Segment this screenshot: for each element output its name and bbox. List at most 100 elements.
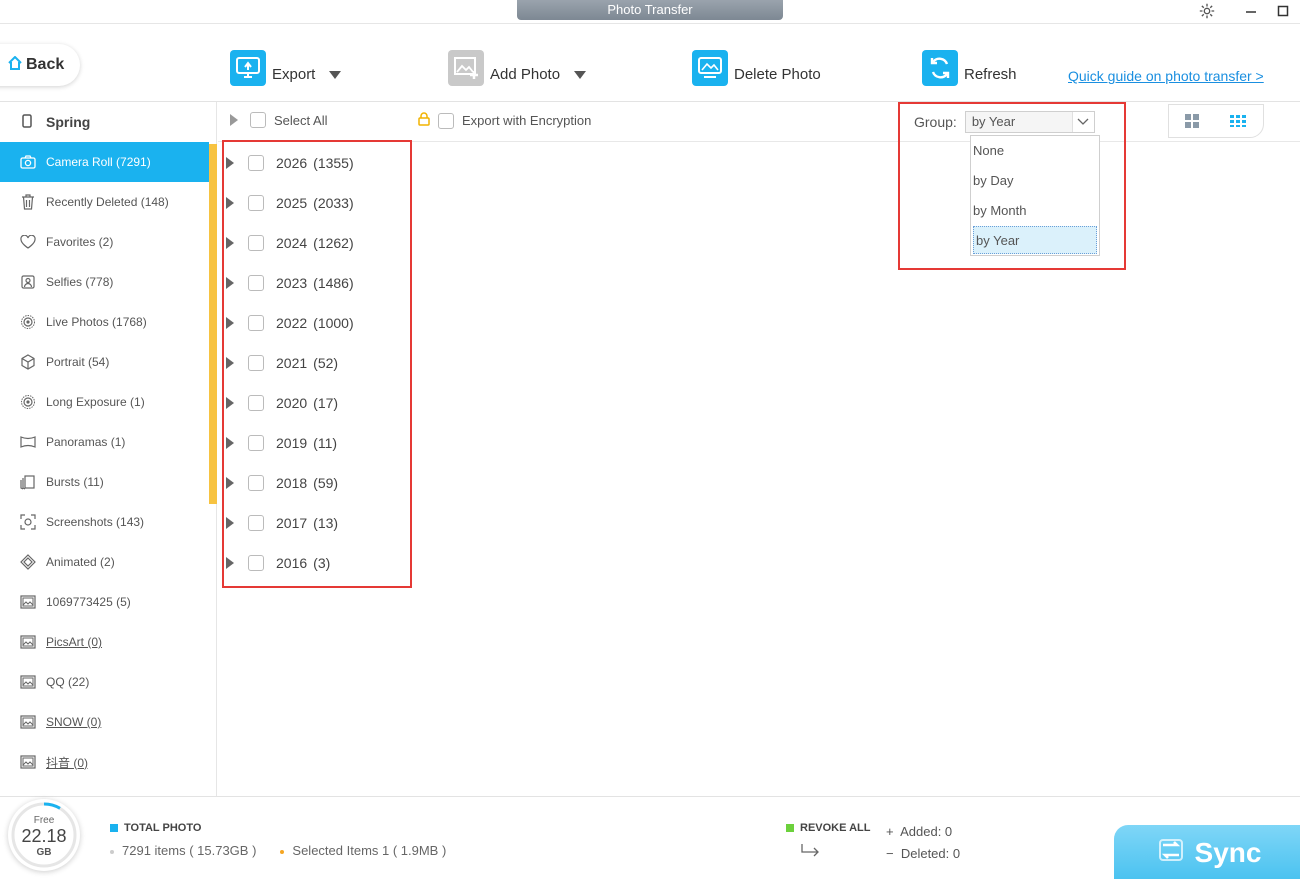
expand-triangle-icon[interactable] <box>226 357 234 369</box>
sidebar-item[interactable]: 1069773425 (5) <box>0 582 216 622</box>
year-group-row[interactable]: 2019 (11) <box>226 423 354 463</box>
chevron-down-icon[interactable] <box>1071 112 1094 132</box>
main-content: Select All Export with Encryption Group:… <box>218 102 1300 796</box>
year-label: 2024 <box>276 235 308 251</box>
year-group-row[interactable]: 2020 (17) <box>226 383 354 423</box>
year-group-row[interactable]: 2025 (2033) <box>226 183 354 223</box>
group-option-by-day[interactable]: by Day <box>971 166 1099 196</box>
sidebar-item[interactable]: Favorites (2) <box>0 222 216 262</box>
maximize-icon[interactable] <box>1272 2 1294 22</box>
expand-triangle-icon[interactable] <box>226 197 234 209</box>
expand-triangle-icon[interactable] <box>226 477 234 489</box>
large-grid-view-icon[interactable] <box>1169 105 1215 137</box>
quick-guide-link[interactable]: Quick guide on photo transfer > <box>1068 68 1264 84</box>
year-group-row[interactable]: 2017 (13) <box>226 503 354 543</box>
export-encryption[interactable]: Export with Encryption <box>418 112 591 129</box>
sidebar-item[interactable]: Recently Deleted (148) <box>0 182 216 222</box>
year-checkbox[interactable] <box>248 195 264 211</box>
sync-button[interactable]: Sync <box>1114 825 1300 879</box>
group-option-by-year[interactable]: by Year <box>973 226 1097 254</box>
year-checkbox[interactable] <box>248 515 264 531</box>
settings-gear-icon[interactable] <box>1196 2 1218 22</box>
expand-triangle-icon[interactable] <box>226 437 234 449</box>
year-group-row[interactable]: 2022 (1000) <box>226 303 354 343</box>
sidebar-item[interactable]: Selfies (778) <box>0 262 216 302</box>
sidebar-item[interactable]: Live Photos (1768) <box>0 302 216 342</box>
year-checkbox[interactable] <box>248 315 264 331</box>
export-dropdown-caret-icon[interactable] <box>329 71 342 79</box>
group-option-by-month[interactable]: by Month <box>971 196 1099 226</box>
animated-icon <box>20 554 36 570</box>
delete-photo-button[interactable]: Delete Photo <box>692 48 821 88</box>
export-encryption-checkbox[interactable] <box>438 112 454 129</box>
expand-triangle-icon[interactable] <box>226 517 234 529</box>
add-photo-dropdown-caret-icon[interactable] <box>574 71 587 79</box>
minimize-icon[interactable] <box>1240 2 1262 22</box>
sidebar-item[interactable]: Bursts (11) <box>0 462 216 502</box>
sidebar-item[interactable]: PicsArt (0) <box>0 622 216 662</box>
year-checkbox[interactable] <box>248 275 264 291</box>
back-button[interactable]: Back <box>0 44 80 86</box>
sidebar-item[interactable]: Long Exposure (1) <box>0 382 216 422</box>
content-header: Select All Export with Encryption Group:… <box>218 102 1300 142</box>
expand-triangle-icon[interactable] <box>226 557 234 569</box>
year-checkbox[interactable] <box>248 235 264 251</box>
year-checkbox[interactable] <box>248 475 264 491</box>
back-label: Back <box>26 56 65 73</box>
total-photo-label: TOTAL PHOTO <box>124 822 202 834</box>
expand-all-icon[interactable] <box>230 114 238 126</box>
select-all[interactable]: Select All <box>230 112 327 128</box>
sidebar-item[interactable]: 抖音 (0) <box>0 742 216 782</box>
expand-triangle-icon[interactable] <box>226 237 234 249</box>
select-all-checkbox[interactable] <box>250 112 266 128</box>
album-icon <box>20 754 36 770</box>
year-group-row[interactable]: 2026 (1355) <box>226 143 354 183</box>
revoke-all-button[interactable]: REVOKE ALL <box>786 822 871 834</box>
year-checkbox[interactable] <box>248 355 264 371</box>
year-label: 2020 <box>276 395 308 411</box>
expand-triangle-icon[interactable] <box>226 397 234 409</box>
year-group-row[interactable]: 2016 (3) <box>226 543 354 583</box>
home-icon <box>8 55 22 75</box>
expand-triangle-icon[interactable] <box>226 277 234 289</box>
sidebar-item-label: Recently Deleted (148) <box>46 195 169 209</box>
screenshot-icon <box>20 514 36 530</box>
year-label: 2018 <box>276 475 308 491</box>
panorama-icon <box>20 434 36 450</box>
deleted-text: Deleted: 0 <box>900 846 961 861</box>
heart-icon <box>20 234 36 250</box>
small-grid-view-icon[interactable] <box>1215 105 1261 137</box>
person-icon <box>20 274 36 290</box>
sidebar-item[interactable]: Screenshots (143) <box>0 502 216 542</box>
year-checkbox[interactable] <box>248 435 264 451</box>
refresh-button[interactable]: Refresh <box>922 48 1017 88</box>
sidebar-item[interactable]: Animated (2) <box>0 542 216 582</box>
app-window: Photo Transfer Back Export Add Photo Del… <box>0 0 1300 879</box>
year-checkbox[interactable] <box>248 155 264 171</box>
toolbar: Back Export Add Photo Delete Photo Refre… <box>0 24 1300 102</box>
sidebar-item-label: 1069773425 (5) <box>46 595 131 609</box>
year-checkbox[interactable] <box>248 555 264 571</box>
group-select[interactable]: by Year <box>964 111 1095 133</box>
group-option-none[interactable]: None <box>971 136 1099 166</box>
sidebar-item[interactable]: QQ (22) <box>0 662 216 702</box>
sidebar-item[interactable]: Camera Roll (7291) <box>0 142 209 182</box>
sidebar-item[interactable]: Portrait (54) <box>0 342 216 382</box>
year-group-row[interactable]: 2018 (59) <box>226 463 354 503</box>
expand-triangle-icon[interactable] <box>226 317 234 329</box>
year-list: 2026 (1355) 2025 (2033) 2024 (1262) 2023 (1486)… <box>226 143 354 583</box>
expand-triangle-icon[interactable] <box>226 157 234 169</box>
year-group-row[interactable]: 2021 (52) <box>226 343 354 383</box>
year-group-row[interactable]: 2024 (1262) <box>226 223 354 263</box>
year-label: 2022 <box>276 315 308 331</box>
export-button[interactable]: Export <box>230 48 342 88</box>
total-photo-title: TOTAL PHOTO <box>110 822 201 834</box>
sidebar-item[interactable]: SNOW (0) <box>0 702 216 742</box>
add-photo-button[interactable]: Add Photo <box>448 48 587 88</box>
year-count: (11) <box>313 435 338 451</box>
sidebar-item[interactable]: Panoramas (1) <box>0 422 216 462</box>
selected-items: Selected Items 1 ( 1.9MB ) <box>280 843 446 858</box>
year-count: (1486) <box>313 275 354 291</box>
year-group-row[interactable]: 2023 (1486) <box>226 263 354 303</box>
year-checkbox[interactable] <box>248 395 264 411</box>
